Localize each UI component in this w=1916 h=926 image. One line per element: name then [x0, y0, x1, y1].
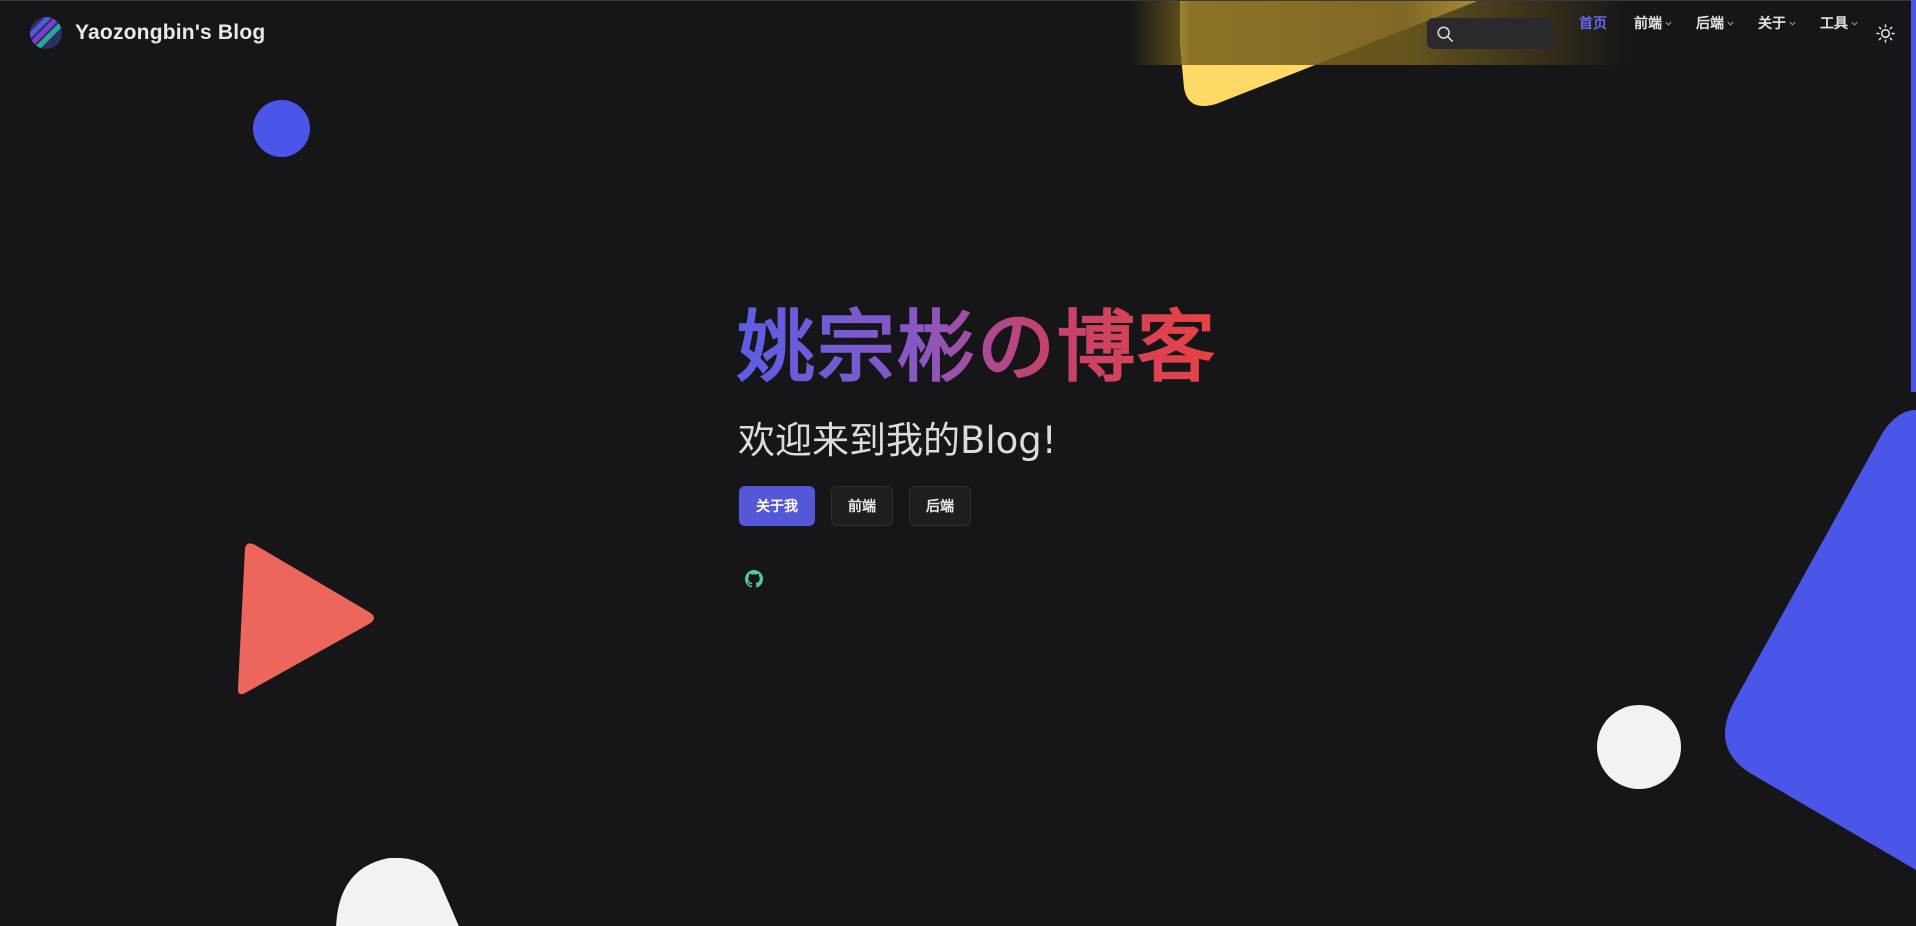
nav-item-tools-label: 工具	[1820, 16, 1848, 32]
sun-icon[interactable]	[1876, 24, 1895, 43]
header-glow	[1130, 1, 1630, 65]
hero-title: 姚宗彬の博客	[737, 298, 1217, 398]
nav-item-backend-label: 后端	[1696, 16, 1724, 32]
decorative-blue-circle	[253, 100, 310, 157]
scrollbar-thumb[interactable]	[1911, 0, 1916, 392]
search-input[interactable]	[1458, 25, 1552, 42]
top-navbar: Yaozongbin's Blog 首页 前端 后端 关于 工具	[0, 0, 1916, 65]
about-me-button[interactable]: 关于我	[739, 486, 815, 526]
chevron-down-icon	[1789, 21, 1796, 26]
decorative-blue-triangle	[1725, 410, 1916, 870]
brand-name: Yaozongbin's Blog	[75, 21, 266, 44]
decorative-white-circle	[1597, 705, 1681, 789]
nav-item-frontend[interactable]: 前端	[1634, 12, 1673, 34]
frontend-button[interactable]: 前端	[831, 486, 893, 526]
decorative-white-half-circle	[336, 858, 459, 926]
nav-item-home[interactable]: 首页	[1579, 12, 1607, 34]
nav-item-frontend-label: 前端	[1634, 16, 1662, 32]
decorative-red-triangle	[237, 543, 374, 695]
nav-item-about[interactable]: 关于	[1758, 12, 1797, 34]
backend-button[interactable]: 后端	[909, 486, 971, 526]
page: Yaozongbin's Blog 首页 前端 后端 关于 工具 姚宗彬の博客 …	[0, 0, 1916, 926]
hero-subtitle: 欢迎来到我的Blog!	[738, 419, 1057, 462]
nav-item-about-label: 关于	[1758, 16, 1786, 32]
search-box[interactable]	[1427, 18, 1554, 49]
search-icon	[1437, 25, 1454, 42]
chevron-down-icon	[1851, 21, 1858, 26]
chevron-down-icon	[1665, 21, 1672, 26]
brand-link[interactable]: Yaozongbin's Blog	[29, 15, 265, 51]
blog-logo-icon	[30, 17, 62, 49]
chevron-down-icon	[1727, 21, 1734, 26]
github-icon[interactable]	[745, 570, 763, 588]
nav-item-backend[interactable]: 后端	[1696, 12, 1735, 34]
nav-item-home-label: 首页	[1579, 16, 1607, 32]
hero-actions: 关于我 前端 后端	[739, 486, 971, 526]
nav-item-tools[interactable]: 工具	[1820, 12, 1859, 34]
